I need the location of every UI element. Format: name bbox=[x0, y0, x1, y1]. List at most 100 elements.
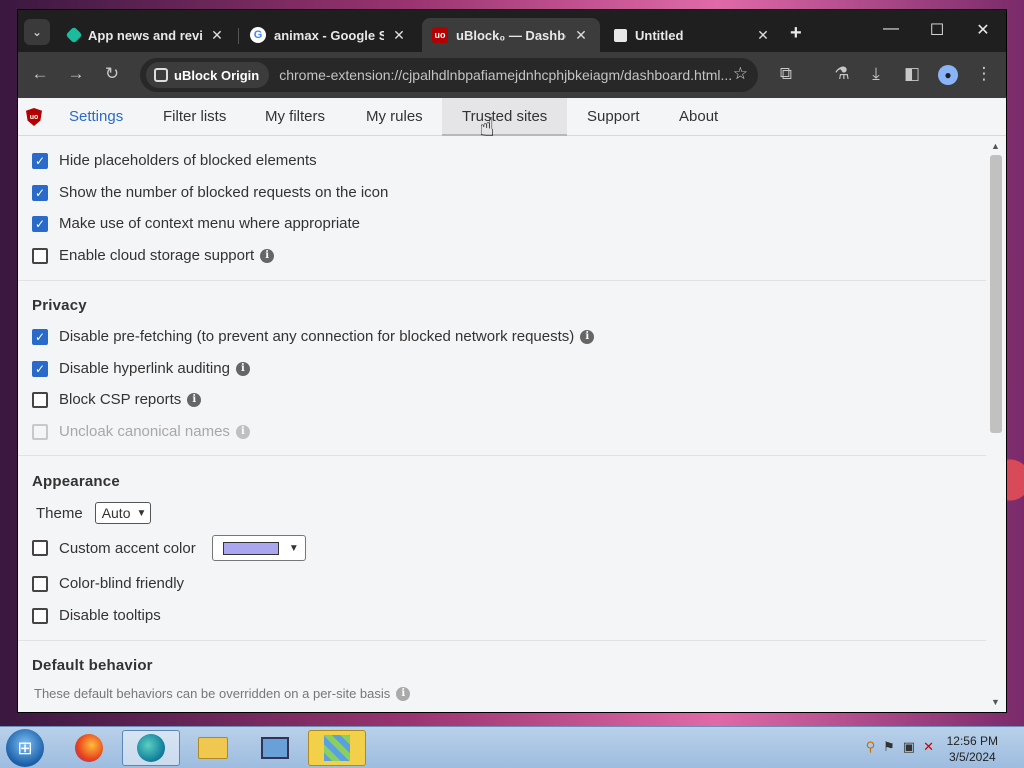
setting-disable-hyperlink-auditing[interactable]: ✓ Disable hyperlink auditing i bbox=[32, 360, 250, 377]
info-icon[interactable]: i bbox=[396, 686, 411, 701]
appearance-heading: Appearance bbox=[32, 473, 120, 490]
firefox-icon[interactable] bbox=[60, 730, 118, 766]
setting-label: Make use of context menu where appropria… bbox=[59, 215, 361, 232]
checkbox-unchecked[interactable] bbox=[32, 540, 48, 556]
setting-disable-prefetching[interactable]: ✓ Disable pre-fetching (to prevent any c… bbox=[32, 328, 595, 345]
setting-cloud-storage[interactable]: Enable cloud storage support i bbox=[32, 247, 275, 264]
bookmark-star-icon[interactable]: ☆ bbox=[733, 64, 748, 84]
checkbox-unchecked[interactable] bbox=[32, 391, 48, 408]
tab-my-filters[interactable]: My filters bbox=[245, 98, 345, 136]
file-explorer-icon[interactable] bbox=[184, 730, 242, 766]
tab-app-news[interactable]: App news and revie ✕ bbox=[58, 18, 236, 52]
profile-avatar-icon[interactable]: ● bbox=[936, 64, 960, 85]
setting-context-menu[interactable]: ✓ Make use of context menu where appropr… bbox=[32, 215, 360, 232]
checkbox-unchecked[interactable] bbox=[32, 575, 48, 592]
info-icon[interactable]: i bbox=[235, 424, 250, 439]
clock-time: 12:56 PM bbox=[946, 734, 998, 748]
close-icon[interactable]: ✕ bbox=[754, 27, 772, 44]
ublock-icon: uo bbox=[432, 27, 448, 43]
tab-untitled[interactable]: Untitled ✕ bbox=[604, 18, 782, 52]
tab-filter-lists[interactable]: Filter lists bbox=[143, 98, 246, 136]
tab-title: Untitled bbox=[635, 27, 684, 43]
setting-custom-accent-color[interactable]: Custom accent color ▼ bbox=[32, 535, 306, 561]
edge-icon[interactable] bbox=[122, 730, 180, 766]
setting-block-csp-reports[interactable]: Block CSP reports i bbox=[32, 391, 202, 408]
checkbox-checked[interactable]: ✓ bbox=[32, 328, 48, 345]
tab-settings[interactable]: Settings bbox=[49, 98, 143, 136]
setting-label: Uncloak canonical names bbox=[59, 423, 230, 440]
tab-trusted-sites[interactable]: Trusted sites bbox=[442, 98, 568, 136]
tab-google-search[interactable]: G animax - Google Sea ✕ bbox=[240, 18, 418, 52]
tab-search-button[interactable]: ⌄ bbox=[24, 19, 50, 45]
theme-select[interactable]: Auto ▼ bbox=[94, 502, 152, 524]
info-icon[interactable]: i bbox=[187, 392, 202, 407]
info-icon[interactable]: i bbox=[580, 329, 595, 344]
dashboard-page: uo Settings Filter lists My filters My r… bbox=[18, 98, 1006, 712]
side-panel-icon[interactable]: ◧ bbox=[900, 64, 924, 84]
download-icon[interactable]: ⤓ bbox=[864, 64, 888, 84]
volume-muted-icon[interactable]: ✕ bbox=[923, 739, 934, 755]
tab-support[interactable]: Support bbox=[567, 98, 660, 136]
page-icon bbox=[614, 28, 627, 42]
windows-taskbar: ⊞ ⚲ ⚑ ▣ ✕ 12:56 PM 3/5/2024 bbox=[0, 726, 1024, 768]
maximize-button[interactable]: ☐ bbox=[914, 20, 960, 40]
flag-icon[interactable]: ⚑ bbox=[883, 739, 895, 755]
reload-icon[interactable]: ↻ bbox=[100, 64, 124, 84]
close-icon[interactable]: ✕ bbox=[390, 27, 408, 44]
accent-color-picker[interactable]: ▼ bbox=[211, 535, 306, 561]
search-icon[interactable]: ⚲ bbox=[866, 739, 876, 755]
tab-my-rules[interactable]: My rules bbox=[346, 98, 443, 136]
new-tab-button[interactable]: + bbox=[790, 22, 802, 45]
info-icon[interactable]: i bbox=[235, 361, 250, 376]
setting-theme: Theme Auto ▼ bbox=[32, 502, 152, 524]
info-icon[interactable]: i bbox=[260, 248, 275, 263]
scroll-up-icon[interactable]: ▲ bbox=[991, 141, 1000, 151]
privacy-heading: Privacy bbox=[32, 297, 87, 314]
checkbox-checked[interactable]: ✓ bbox=[32, 184, 48, 201]
default-behavior-heading: Default behavior bbox=[32, 657, 153, 674]
scroll-down-icon[interactable]: ▼ bbox=[991, 697, 1000, 707]
setting-show-blocked-count[interactable]: ✓ Show the number of blocked requests on… bbox=[32, 184, 388, 201]
url-text[interactable]: chrome-extension://cjpalhdlnbpafiamejdnh… bbox=[279, 67, 739, 83]
close-icon[interactable]: ✕ bbox=[572, 27, 590, 44]
hand-cursor-icon: ☝ bbox=[479, 112, 495, 142]
checkbox-checked[interactable]: ✓ bbox=[32, 152, 48, 169]
minimize-button[interactable]: — bbox=[868, 20, 914, 38]
remote-desktop-icon[interactable] bbox=[246, 730, 304, 766]
tab-ublock-dashboard[interactable]: uo uBlock₀ — Dashboar ✕ bbox=[422, 18, 600, 52]
chip-label: uBlock Origin bbox=[174, 67, 260, 83]
clock[interactable]: 12:56 PM 3/5/2024 bbox=[947, 733, 998, 765]
extensions-puzzle-icon[interactable]: ⧉ bbox=[774, 64, 798, 84]
site-info-chip[interactable]: uBlock Origin bbox=[146, 62, 270, 88]
checkbox-checked[interactable]: ✓ bbox=[32, 215, 48, 232]
section-divider bbox=[18, 455, 986, 456]
tab-about[interactable]: About bbox=[659, 98, 738, 136]
setting-label: Disable tooltips bbox=[59, 607, 161, 624]
network-icon[interactable]: ▣ bbox=[903, 739, 915, 755]
chevron-down-icon: ▼ bbox=[288, 542, 299, 554]
setting-disable-tooltips[interactable]: Disable tooltips bbox=[32, 607, 161, 624]
clock-date: 3/5/2024 bbox=[948, 750, 996, 764]
setting-color-blind-friendly[interactable]: Color-blind friendly bbox=[32, 575, 184, 592]
page-scrollbar[interactable]: ▲ ▼ bbox=[986, 137, 1006, 712]
close-window-button[interactable]: ✕ bbox=[960, 20, 1006, 40]
system-tray: ⚲ ⚑ ▣ ✕ bbox=[866, 739, 934, 755]
theme-label: Theme bbox=[36, 504, 83, 522]
labs-flask-icon[interactable]: ⚗ bbox=[830, 64, 854, 84]
forward-icon[interactable]: → bbox=[64, 64, 88, 84]
section-divider bbox=[18, 640, 986, 641]
menu-kebab-icon[interactable]: ⋮ bbox=[972, 64, 996, 84]
setting-hide-placeholders[interactable]: ✓ Hide placeholders of blocked elements bbox=[32, 152, 317, 169]
scroll-thumb[interactable] bbox=[990, 155, 1002, 433]
checkbox-unchecked[interactable] bbox=[32, 607, 48, 624]
back-icon[interactable]: ← bbox=[28, 64, 52, 84]
setting-uncloak-canonical-names: Uncloak canonical names i bbox=[32, 423, 250, 440]
app-icon bbox=[65, 26, 83, 44]
start-button[interactable]: ⊞ bbox=[6, 729, 44, 767]
setting-label: Custom accent color bbox=[59, 539, 196, 557]
close-icon[interactable]: ✕ bbox=[208, 27, 226, 44]
package-app-icon[interactable] bbox=[308, 730, 366, 766]
address-bar[interactable]: uBlock Origin chrome-extension://cjpalhd… bbox=[140, 58, 758, 92]
checkbox-checked[interactable]: ✓ bbox=[32, 360, 48, 377]
checkbox-unchecked[interactable] bbox=[32, 247, 48, 264]
